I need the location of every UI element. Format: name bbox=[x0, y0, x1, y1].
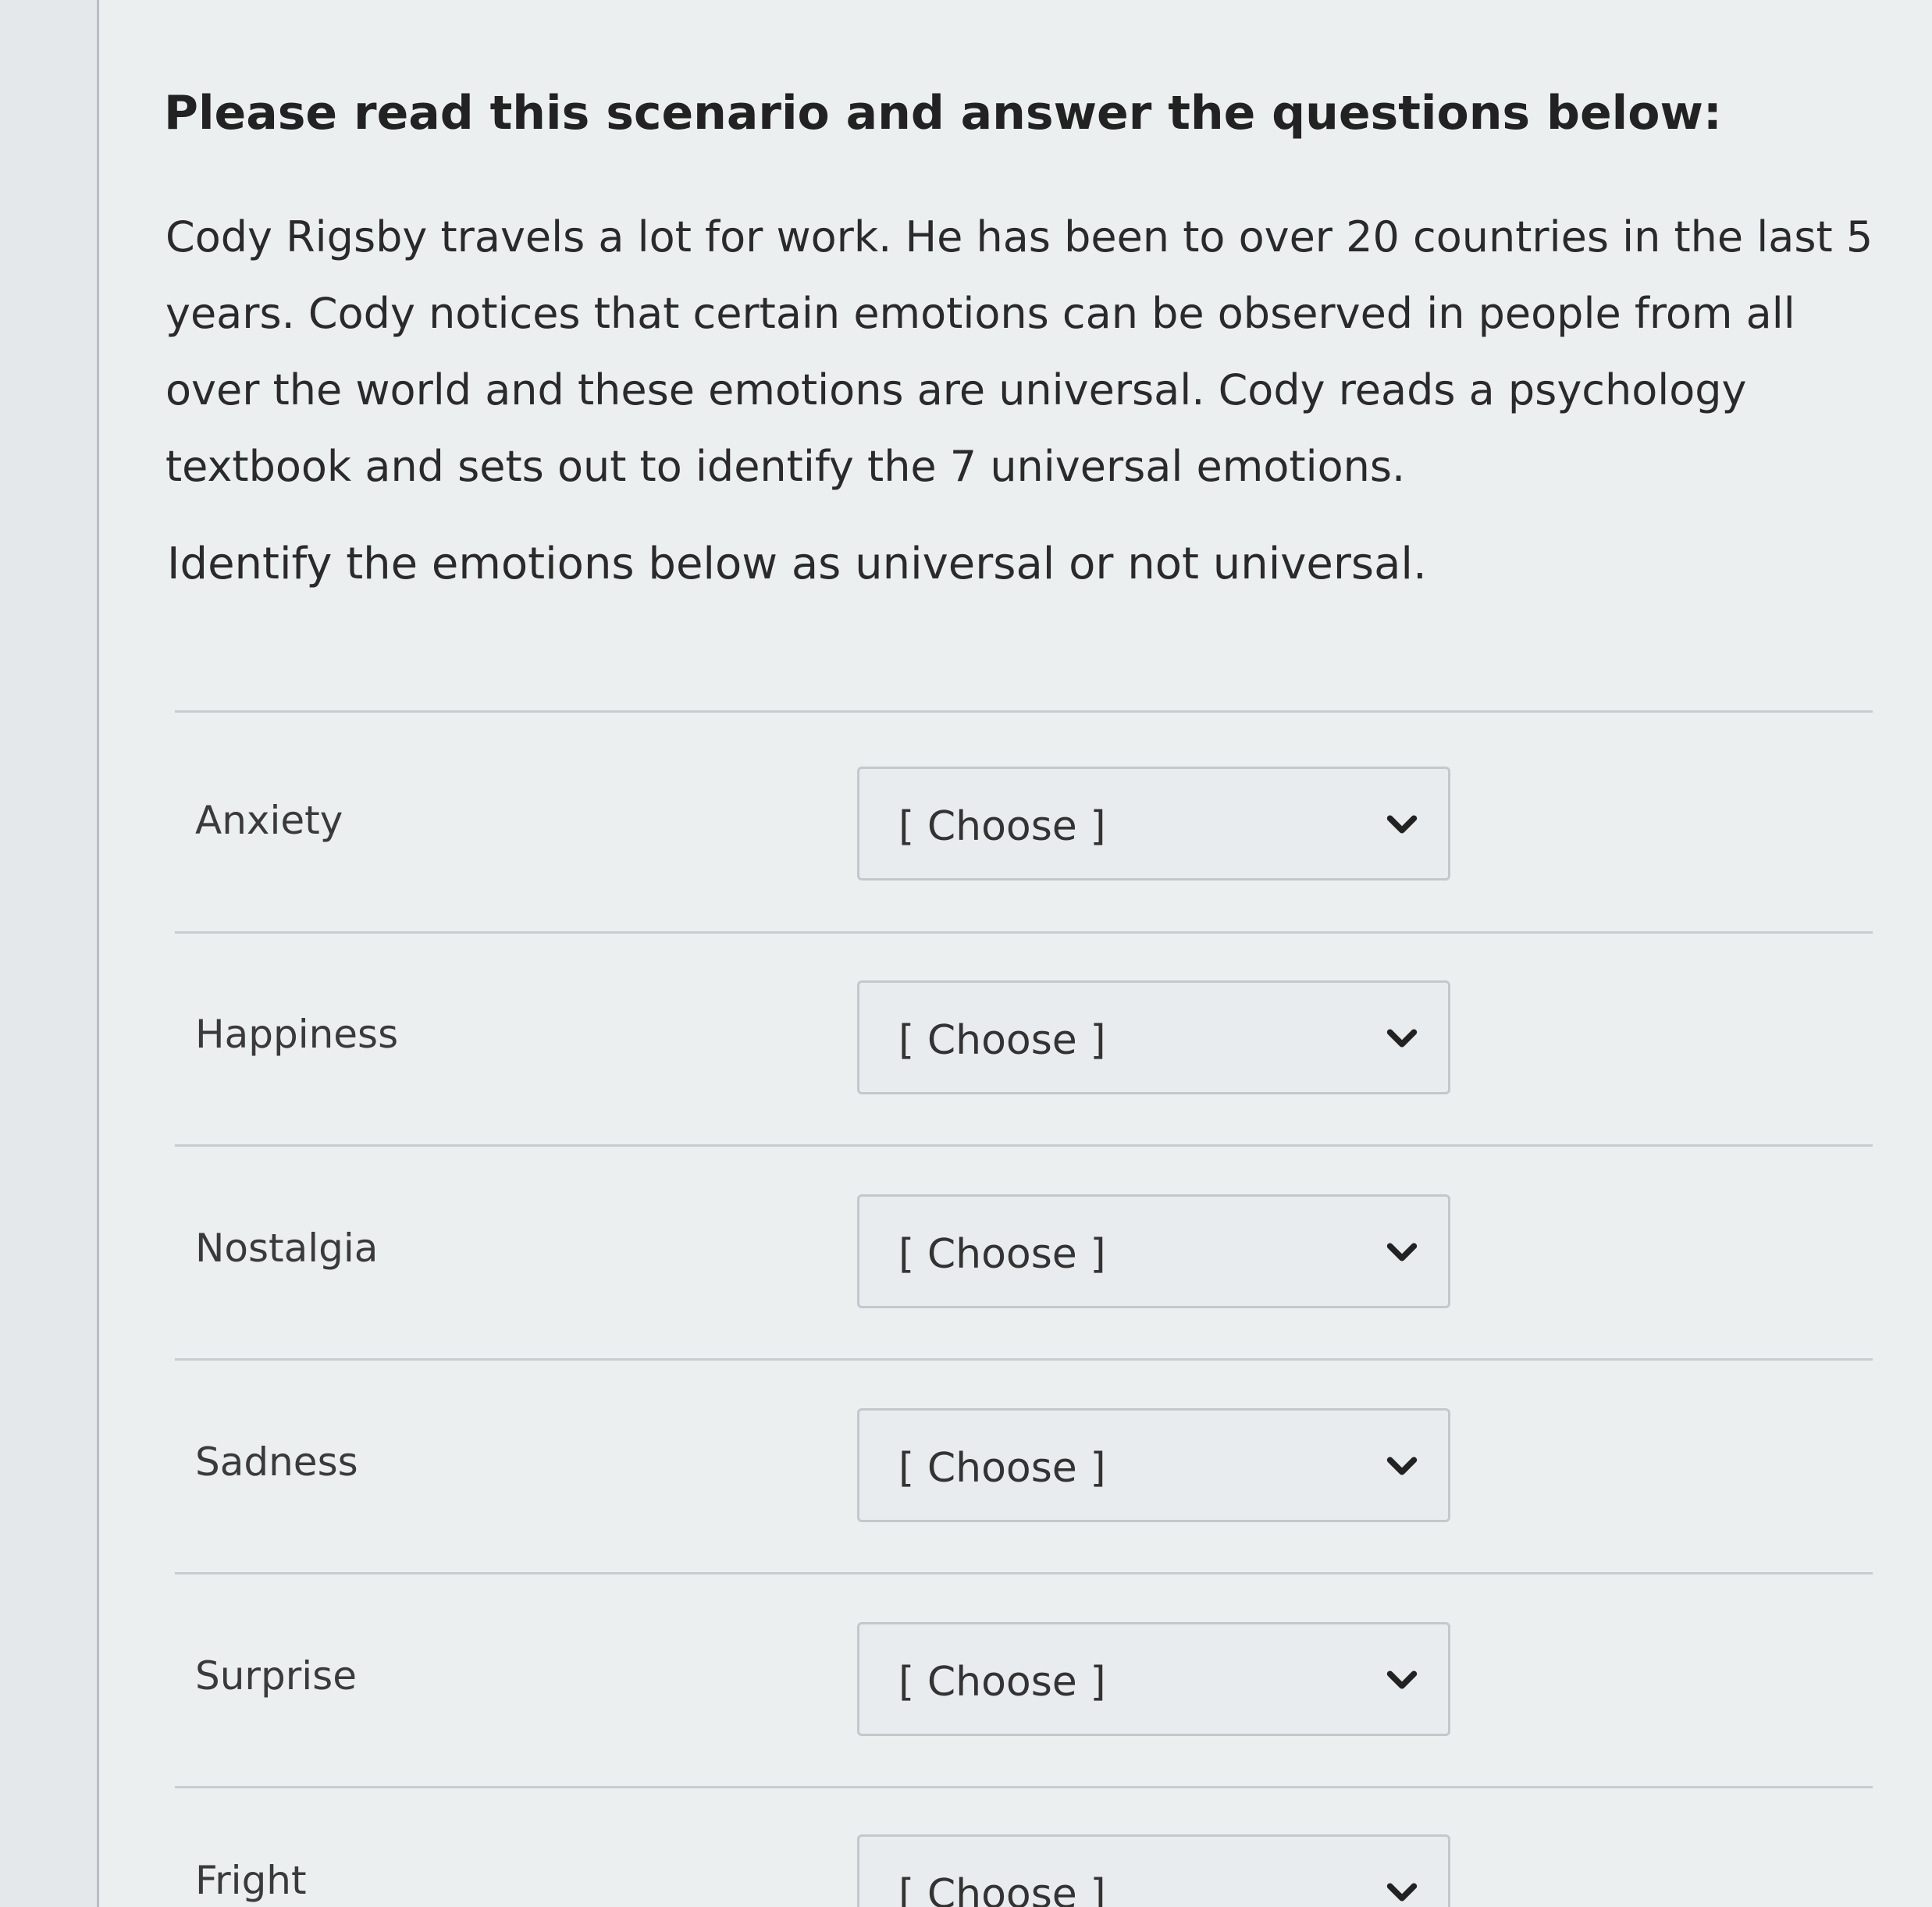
answer-select[interactable]: [ Choose ] bbox=[857, 1834, 1450, 1907]
divider bbox=[175, 710, 1873, 713]
answer-select[interactable]: [ Choose ] bbox=[857, 767, 1450, 881]
chevron-down-icon bbox=[1386, 1243, 1418, 1261]
emotion-label: Sadness bbox=[195, 1439, 358, 1485]
divider bbox=[175, 931, 1873, 934]
emotion-label: Surprise bbox=[195, 1653, 357, 1699]
answer-select[interactable]: [ Choose ] bbox=[857, 980, 1450, 1094]
match-row-nostalgia: Nostalgia [ Choose ] bbox=[0, 1194, 1932, 1319]
emotion-label: Anxiety bbox=[195, 798, 343, 843]
emotion-label: Happiness bbox=[195, 1012, 399, 1057]
select-value: [ Choose ] bbox=[898, 1445, 1106, 1492]
select-value: [ Choose ] bbox=[898, 1017, 1106, 1064]
divider bbox=[175, 1358, 1873, 1361]
chevron-down-icon bbox=[1386, 1029, 1418, 1048]
select-value: [ Choose ] bbox=[898, 1871, 1106, 1907]
question-heading: Please read this scenario and answer the… bbox=[164, 86, 1722, 141]
answer-select[interactable]: [ Choose ] bbox=[857, 1194, 1450, 1308]
chevron-down-icon bbox=[1386, 815, 1418, 834]
match-row-happiness: Happiness [ Choose ] bbox=[0, 980, 1932, 1105]
emotion-label: Fright bbox=[195, 1858, 307, 1903]
match-row-anxiety: Anxiety [ Choose ] bbox=[0, 767, 1932, 891]
chevron-down-icon bbox=[1386, 1457, 1418, 1475]
match-row-fright: Fright [ Choose ] bbox=[0, 1819, 1932, 1907]
answer-select[interactable]: [ Choose ] bbox=[857, 1622, 1450, 1736]
match-row-sadness: Sadness [ Choose ] bbox=[0, 1408, 1932, 1533]
select-value: [ Choose ] bbox=[898, 1231, 1106, 1278]
select-value: [ Choose ] bbox=[898, 1659, 1106, 1706]
left-sidebar-edge bbox=[0, 0, 99, 1907]
select-value: [ Choose ] bbox=[898, 803, 1106, 850]
emotion-label: Nostalgia bbox=[195, 1226, 379, 1271]
divider bbox=[175, 1572, 1873, 1574]
answer-select[interactable]: [ Choose ] bbox=[857, 1408, 1450, 1522]
chevron-down-icon bbox=[1386, 1670, 1418, 1689]
chevron-down-icon bbox=[1386, 1883, 1418, 1902]
divider bbox=[175, 1144, 1873, 1147]
divider bbox=[175, 1786, 1873, 1788]
instruction-text: Identify the emotions below as universal… bbox=[167, 539, 1427, 589]
scenario-text: Cody Rigsby travels a lot for work. He h… bbox=[165, 212, 1873, 491]
match-row-surprise: Surprise [ Choose ] bbox=[0, 1622, 1932, 1747]
